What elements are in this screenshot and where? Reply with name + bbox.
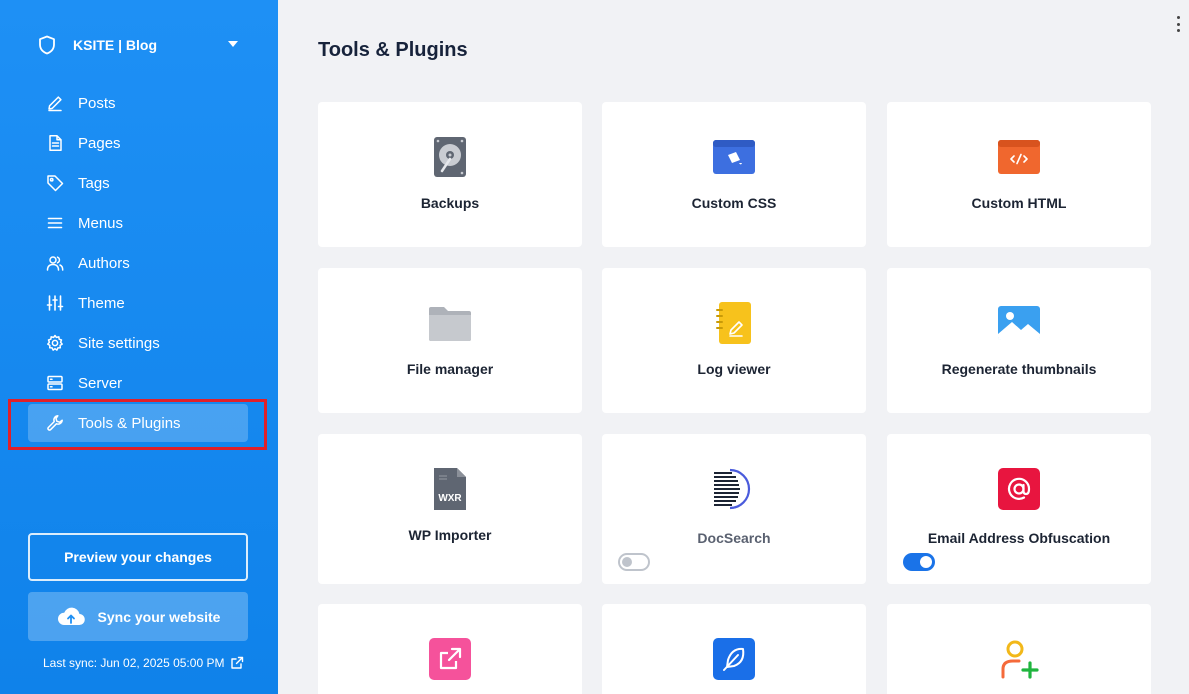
sidebar-item-tags[interactable]: Tags [28,164,248,202]
wxr-file-icon: WXR [434,468,466,510]
sidebar-item-label: Tags [78,174,110,192]
menu-icon [46,214,64,232]
tool-label: Backups [420,195,480,211]
tool-card-regenerate-thumbnails[interactable]: Regenerate thumbnails [887,268,1151,413]
sync-label: Sync your website [97,608,221,625]
tool-label: Custom CSS [691,195,777,211]
tool-card-add-user[interactable] [887,604,1151,694]
html-code-icon [998,140,1040,174]
tool-card-feather[interactable] [602,604,866,694]
docsearch-toggle[interactable] [618,553,650,571]
tool-card-file-manager[interactable]: File manager [318,268,582,413]
css-window-icon [713,140,755,174]
pen-icon [46,94,64,112]
more-options-icon[interactable] [1171,14,1185,34]
tool-label: File manager [406,361,494,377]
notebook-icon [716,302,751,344]
chevron-down-icon[interactable] [228,41,238,47]
site-name: KSITE | Blog [73,37,158,53]
last-sync: Last sync: Jun 02, 2025 05:00 PM [43,656,244,670]
image-icon [998,306,1040,340]
sidebar-item-label: Pages [78,134,121,152]
sidebar-item-label: Posts [78,94,116,112]
tool-card-custom-css[interactable]: Custom CSS [602,102,866,247]
sidebar-item-label: Menus [78,214,124,232]
sidebar-item-posts[interactable]: Posts [28,84,248,122]
add-user-icon [1001,640,1039,679]
shield-icon [38,34,58,56]
tool-card-wp-importer[interactable]: WXR WP Importer [318,434,582,584]
sidebar-nav: Posts Pages Tags Menus Authors Theme Sit… [28,84,248,444]
last-sync-text: Last sync: Jun 02, 2025 05:00 PM [43,656,225,670]
tool-label: Custom HTML [971,195,1067,211]
tool-card-custom-html[interactable]: Custom HTML [887,102,1151,247]
main-content: Tools & Plugins Backups Custom CSS Custo… [278,0,1189,694]
sidebar-item-label: Server [78,374,123,392]
tool-label: WP Importer [408,527,492,543]
tool-card-backups[interactable]: Backups [318,102,582,247]
docsearch-icon [714,468,751,510]
sidebar-item-server[interactable]: Server [28,364,248,402]
sidebar-item-label: Authors [78,254,130,272]
tool-label: Email Address Obfuscation [927,530,1111,546]
page-title: Tools & Plugins [318,39,468,61]
tool-card-log-viewer[interactable]: Log viewer [602,268,866,413]
sidebar-item-label: Site settings [78,334,160,352]
tool-card-external-links[interactable] [318,604,582,694]
tool-label: Regenerate thumbnails [941,361,1097,377]
tool-label: DocSearch [697,530,771,546]
sync-website-button[interactable]: Sync your website [28,592,248,641]
tool-label: Log viewer [697,361,771,377]
external-link-icon[interactable] [230,656,244,670]
document-icon [46,134,64,152]
sidebar-item-menus[interactable]: Menus [28,204,248,242]
hard-drive-icon [434,137,466,177]
wxr-badge: WXR [438,493,462,504]
at-sign-icon [998,468,1040,510]
users-icon [46,254,64,272]
sidebar-item-authors[interactable]: Authors [28,244,248,282]
sidebar-item-theme[interactable]: Theme [28,284,248,322]
tag-icon [46,174,64,192]
sidebar-item-site-settings[interactable]: Site settings [28,324,248,362]
server-icon [46,374,64,392]
email-obfuscation-toggle[interactable] [903,553,935,571]
feather-icon [713,638,755,680]
sidebar-item-pages[interactable]: Pages [28,124,248,162]
folder-icon [429,307,471,341]
tool-card-email-obfuscation[interactable]: Email Address Obfuscation [887,434,1151,584]
site-switcher[interactable]: KSITE | Blog [38,34,243,56]
selection-highlight [8,399,267,450]
preview-changes-button[interactable]: Preview your changes [28,533,248,581]
sidebar: KSITE | Blog Posts Pages Tags Menus Auth… [0,0,278,694]
gear-icon [46,334,64,352]
sidebar-item-label: Theme [78,294,125,312]
tool-card-docsearch[interactable]: DocSearch [602,434,866,584]
external-link-icon [429,638,471,680]
cloud-upload-icon [56,606,86,628]
sliders-icon [46,294,64,312]
